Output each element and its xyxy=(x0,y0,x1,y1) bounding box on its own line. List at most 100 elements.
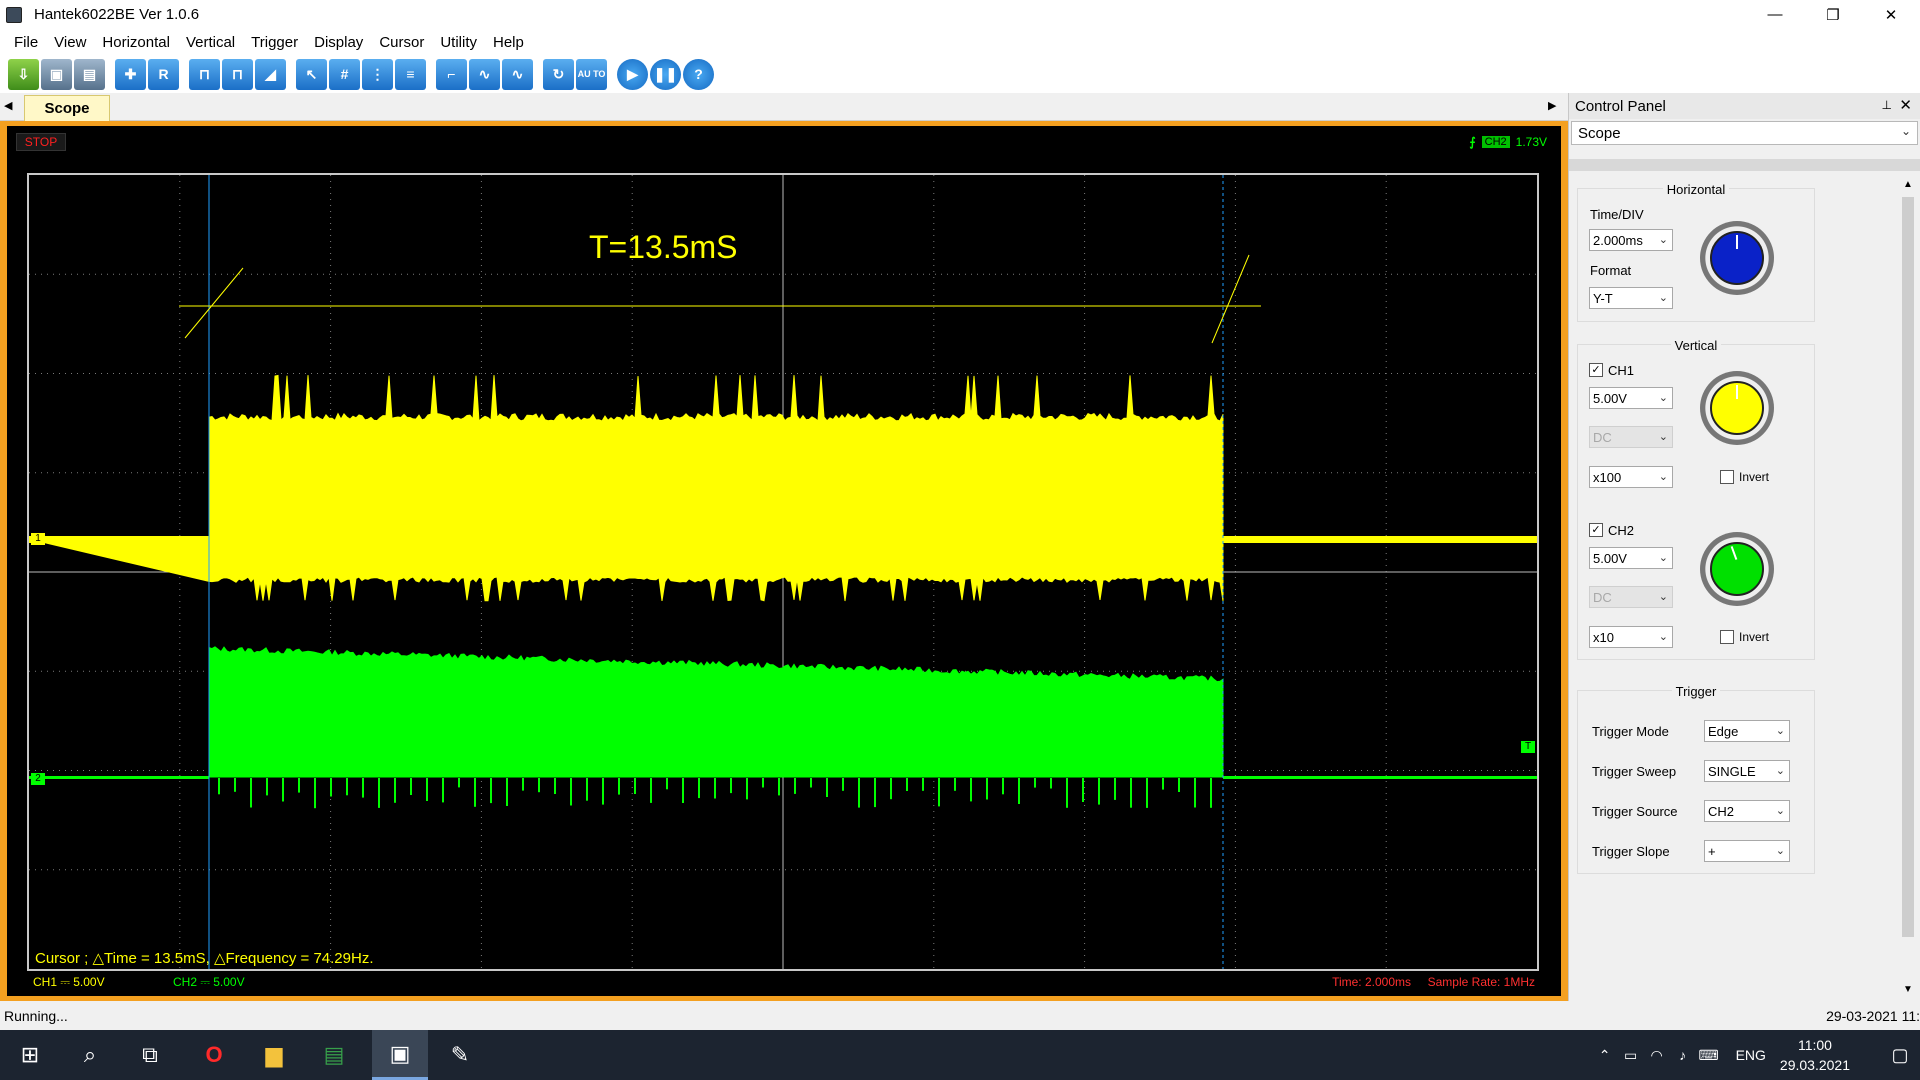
menu-file[interactable]: File xyxy=(0,34,46,51)
notification-icon[interactable]: ▢ xyxy=(1880,1045,1920,1066)
close-panel-icon[interactable]: ✕ xyxy=(1899,96,1912,114)
task-view-icon[interactable]: ⧉ xyxy=(122,1030,178,1080)
tab-scroll-right-icon[interactable]: ▶ xyxy=(1548,99,1556,112)
menu-horizontal[interactable]: Horizontal xyxy=(94,34,178,51)
paint-app-icon[interactable]: ✎ xyxy=(432,1030,488,1080)
help-icon[interactable]: ? xyxy=(683,58,714,90)
clock[interactable]: 11:00 29.03.2021 xyxy=(1780,1035,1850,1075)
ch1-coupling-value: DC xyxy=(1593,429,1612,445)
ch1-volts-knob[interactable] xyxy=(1700,371,1774,445)
panel-scrollbar[interactable]: ▲ ▼ xyxy=(1900,177,1916,997)
format-value: Y-T xyxy=(1593,290,1613,306)
pin-icon[interactable]: ⊥ xyxy=(1882,98,1892,112)
ch2-level-marker[interactable]: 2 xyxy=(31,773,45,785)
trigger-slope-select[interactable]: + ⌄ xyxy=(1704,840,1790,862)
auto-icon[interactable]: AU TO xyxy=(576,58,607,90)
period-annotation-slash-left xyxy=(184,267,244,339)
time-status: Time: 2.000ms xyxy=(1332,975,1411,989)
grid-icon[interactable]: # xyxy=(329,58,360,90)
scroll-up-icon[interactable]: ▲ xyxy=(1903,179,1913,190)
time-div-knob[interactable] xyxy=(1700,221,1774,295)
ch2-volts-value: 5.00V xyxy=(1593,550,1627,566)
menu-help[interactable]: Help xyxy=(485,34,532,51)
ch2-volts-select[interactable]: 5.00V ⌄ xyxy=(1589,547,1673,569)
taskbar: ⊞ ⌕ ⧉ O ▆ ▤ ▣ ✎ ⌃ ▭ ◠ ♪ ⌨ ENG 11:00 29.0… xyxy=(0,1030,1920,1080)
ch1-volts-select[interactable]: 5.00V ⌄ xyxy=(1589,387,1673,409)
keyboard-icon[interactable]: ⌨ xyxy=(1696,1047,1722,1064)
scroll-thumb[interactable] xyxy=(1902,197,1914,937)
menu-cursor[interactable]: Cursor xyxy=(371,34,432,51)
ch1-waveform xyxy=(29,374,1224,602)
maximize-button[interactable]: ❐ xyxy=(1804,0,1862,29)
menu-utility[interactable]: Utility xyxy=(432,34,485,51)
windows-start-icon[interactable]: ⊞ xyxy=(2,1030,58,1080)
vertical-group: Vertical ✓ CH1 5.00V ⌄ DC ⌄ x100 ⌄ Invert ✓… xyxy=(1577,338,1815,660)
tab-scope[interactable]: Scope xyxy=(24,95,110,121)
waveform-plot[interactable]: 1 2 T T=13.5mS Cursor ; △Time = 13.5mS, … xyxy=(27,173,1539,971)
trigger-mode-value: Edge xyxy=(1708,723,1739,739)
open-icon[interactable]: ⇩ xyxy=(8,58,39,90)
ch1-invert-checkbox[interactable] xyxy=(1720,470,1734,484)
format-select[interactable]: Y-T ⌄ xyxy=(1589,287,1673,309)
opera-icon[interactable]: O xyxy=(186,1030,242,1080)
trigger-info: ⨍ CH2 1.73V xyxy=(1469,133,1547,151)
run-state-badge[interactable]: STOP xyxy=(16,133,66,151)
search-icon[interactable]: ⌕ xyxy=(62,1030,118,1080)
run-icon[interactable]: ▶ xyxy=(617,58,648,90)
ramp-icon[interactable]: ◢ xyxy=(255,58,286,90)
ch1-level-marker[interactable]: 1 xyxy=(31,533,45,545)
file-explorer-icon[interactable]: ▆ xyxy=(246,1030,302,1080)
menu-display[interactable]: Display xyxy=(306,34,371,51)
trigger-sweep-select[interactable]: SINGLE ⌄ xyxy=(1704,760,1790,782)
sine-icon[interactable]: ∿ xyxy=(469,58,500,90)
ch2-volts-knob[interactable] xyxy=(1700,532,1774,606)
trigger-mode-select[interactable]: Edge ⌄ xyxy=(1704,720,1790,742)
horizontal-cursor-icon[interactable]: ≡ xyxy=(395,58,426,90)
scroll-down-icon[interactable]: ▼ xyxy=(1903,984,1913,995)
reference-icon[interactable]: R xyxy=(148,58,179,90)
chevron-up-icon[interactable]: ⌃ xyxy=(1592,1047,1618,1064)
ch1-enable-checkbox[interactable]: ✓ xyxy=(1589,363,1603,377)
trigger-level-marker[interactable]: T xyxy=(1521,741,1535,753)
ch2-label: CH2 xyxy=(1608,523,1635,538)
time-div-select[interactable]: 2.000ms ⌄ xyxy=(1589,229,1673,251)
language-indicator[interactable]: ENG xyxy=(1736,1047,1766,1063)
save-icon[interactable]: ▣ xyxy=(41,58,72,90)
ch2-invert-label: Invert xyxy=(1739,630,1770,644)
wave-icon[interactable]: ∿ xyxy=(502,58,533,90)
ch1-volts-value: 5.00V xyxy=(1593,390,1627,406)
pulse-pair-icon[interactable]: ⊓ xyxy=(222,58,253,90)
spreadsheet-icon[interactable]: ▤ xyxy=(306,1030,362,1080)
ch2-waveform xyxy=(208,646,1224,778)
wifi-icon[interactable]: ◠ xyxy=(1644,1047,1670,1064)
volume-icon[interactable]: ♪ xyxy=(1670,1047,1696,1063)
select-cursor-icon[interactable]: ↖ xyxy=(296,58,327,90)
refresh-icon[interactable]: ↻ xyxy=(543,58,574,90)
time-div-label: Time/DIV xyxy=(1590,207,1644,222)
ch1-probe-value: x100 xyxy=(1593,469,1622,485)
ch2-status: CH2 ⎓ 5.00V xyxy=(173,975,245,989)
pause-icon[interactable]: ❚❚ xyxy=(650,58,681,90)
pulse-icon[interactable]: ⊓ xyxy=(189,58,220,90)
step-icon[interactable]: ⌐ xyxy=(436,58,467,90)
panel-divider xyxy=(1569,159,1920,171)
menu-vertical[interactable]: Vertical xyxy=(178,34,243,51)
ch2-probe-select[interactable]: x10 ⌄ xyxy=(1589,626,1673,648)
zoom-icon[interactable]: ✚ xyxy=(115,58,146,90)
minimize-button[interactable]: — xyxy=(1746,0,1804,29)
oscilloscope-app-icon[interactable]: ▣ xyxy=(372,1030,428,1080)
battery-icon[interactable]: ▭ xyxy=(1618,1047,1644,1064)
ch2-invert-checkbox[interactable] xyxy=(1720,630,1734,644)
ch2-coupling-value: DC xyxy=(1593,589,1612,605)
panel-mode-select[interactable]: Scope ⌄ xyxy=(1571,121,1918,145)
waveform-canvas xyxy=(29,175,1537,969)
vertical-cursor-icon[interactable]: ⋮ xyxy=(362,58,393,90)
menu-view[interactable]: View xyxy=(46,34,94,51)
tab-scroll-left-icon[interactable]: ◀ xyxy=(4,99,12,112)
close-button[interactable]: ✕ xyxy=(1862,0,1920,29)
ch1-probe-select[interactable]: x100 ⌄ xyxy=(1589,466,1673,488)
trigger-source-select[interactable]: CH2 ⌄ xyxy=(1704,800,1790,822)
menu-trigger[interactable]: Trigger xyxy=(243,34,306,51)
ch2-enable-checkbox[interactable]: ✓ xyxy=(1589,523,1603,537)
print-icon[interactable]: ▤ xyxy=(74,58,105,90)
